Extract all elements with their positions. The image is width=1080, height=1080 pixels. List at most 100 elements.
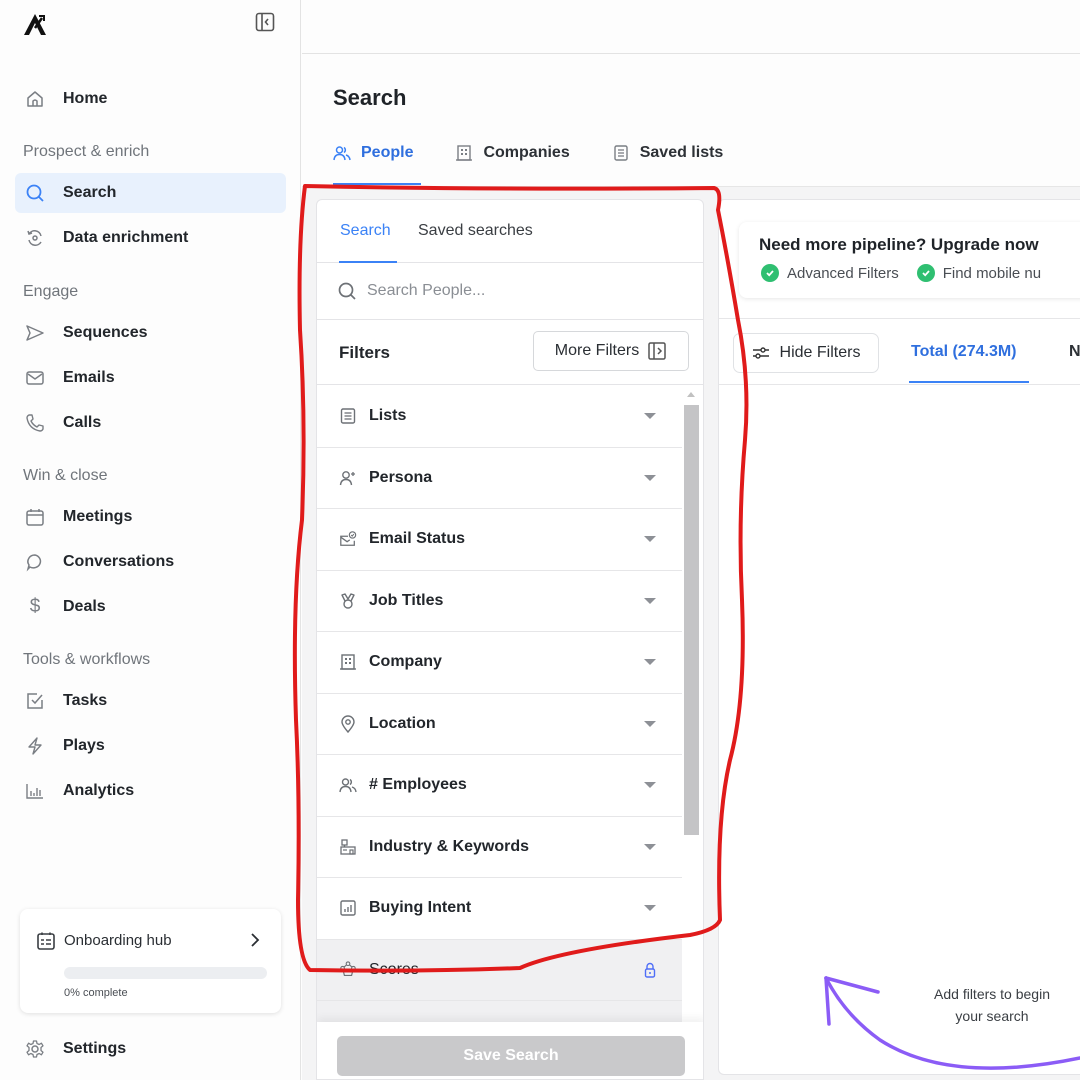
filter-label: Persona (369, 468, 433, 486)
sidebar-item-label: Emails (63, 369, 115, 386)
section-title: Prospect & enrich (23, 143, 150, 160)
sidebar-item-data-enrichment[interactable]: Data enrichment (15, 218, 286, 258)
tab-total[interactable]: Total (274.3M) (911, 343, 1017, 361)
sidebar-item-search[interactable]: Search (15, 173, 286, 213)
filter-label: Job Titles (369, 591, 444, 609)
filter-buying-intent[interactable]: Buying Intent (317, 878, 682, 940)
enrichment-icon (25, 228, 45, 248)
dollar-icon: $ (29, 596, 41, 617)
filter-label: Scores (369, 960, 419, 978)
hide-filters-label: Hide Filters (779, 344, 861, 361)
sidebar-item-tasks[interactable]: Tasks (15, 681, 286, 721)
chat-icon (25, 552, 45, 572)
tab-saved-lists[interactable]: Saved lists (612, 140, 724, 186)
sliders-icon (752, 347, 769, 359)
sidebar: Home Prospect & enrich Search Data enric… (0, 0, 301, 1080)
filter-label: Industry & Keywords (369, 837, 530, 855)
tab-search[interactable]: Search (340, 222, 391, 240)
scroll-up-arrow-icon[interactable] (687, 392, 695, 397)
tab-saved-searches[interactable]: Saved searches (418, 222, 533, 240)
filter-scores[interactable]: Scores (317, 939, 682, 1001)
top-bar (302, 0, 1080, 54)
task-check-icon (25, 691, 45, 711)
sidebar-item-label: Tasks (63, 692, 108, 709)
sidebar-item-calls[interactable]: Calls (15, 403, 286, 443)
sidebar-item-label: Data enrichment (63, 229, 189, 246)
search-type-tabs: People Companies Saved lists (333, 140, 765, 186)
filter-label: Location (369, 714, 436, 732)
lightning-icon (25, 736, 45, 756)
filter-list: Lists Persona Email Status Job Titles Co… (317, 386, 682, 1063)
sidebar-item-home[interactable]: Home (15, 79, 286, 119)
sidebar-item-conversations[interactable]: Conversations (15, 542, 286, 582)
tab-label: People (361, 144, 414, 161)
filter-industry-keywords[interactable]: Industry & Keywords (317, 816, 682, 878)
filter-lists[interactable]: Lists (317, 386, 682, 448)
lock-icon (644, 962, 656, 978)
people-icon (333, 144, 351, 162)
section-title: Engage (23, 283, 79, 300)
building-icon (339, 653, 357, 671)
filter-label: # Employees (369, 776, 467, 794)
caret-down-icon (644, 536, 656, 542)
tab-next[interactable]: N (1069, 343, 1080, 361)
feature-item: Advanced Filters (761, 264, 899, 282)
search-icon (25, 183, 45, 203)
bar-chart-icon (25, 781, 45, 801)
sidebar-item-analytics[interactable]: Analytics (15, 771, 286, 811)
save-search-bar: Save Search (317, 1022, 703, 1079)
page-title: Search (333, 85, 407, 110)
tab-companies[interactable]: Companies (455, 140, 570, 186)
active-tab-underline (339, 261, 397, 263)
sidebar-item-label: Analytics (63, 782, 135, 799)
sidebar-item-deals[interactable]: $ Deals (15, 587, 286, 627)
upgrade-banner[interactable]: Need more pipeline? Upgrade now Advanced… (739, 222, 1080, 298)
feature-item: Find mobile nu (916, 264, 1041, 282)
sidebar-item-plays[interactable]: Plays (15, 726, 286, 766)
tab-people[interactable]: People (333, 140, 422, 186)
filter-list-scrollbar[interactable] (683, 386, 700, 1076)
location-pin-icon (339, 715, 357, 733)
sidebar-item-label: Sequences (63, 324, 148, 341)
filter-panel: Search Saved searches Filters More Filte… (316, 199, 704, 1080)
caret-down-icon (644, 782, 656, 788)
check-circle-icon (916, 264, 935, 282)
sidebar-item-label: Search (63, 184, 117, 201)
chevron-right-icon[interactable] (248, 931, 262, 949)
search-people-input[interactable] (367, 282, 667, 300)
sidebar-item-label: Conversations (63, 553, 175, 570)
hide-filters-button[interactable]: Hide Filters (733, 333, 879, 373)
filter-email-status[interactable]: Email Status (317, 509, 682, 571)
search-people-field[interactable] (317, 263, 703, 320)
save-search-button[interactable]: Save Search (337, 1036, 685, 1076)
list-icon (612, 144, 630, 162)
onboarding-hub-card[interactable]: Onboarding hub 0% complete (20, 909, 281, 1013)
apollo-logo[interactable] (22, 10, 50, 36)
persona-icon (339, 469, 357, 487)
empty-state-message: Add filters to begin your search (934, 986, 1050, 1024)
sidebar-item-label: Plays (63, 737, 105, 754)
sidebar-item-emails[interactable]: Emails (15, 358, 286, 398)
send-icon (25, 323, 45, 343)
filter-label: Buying Intent (369, 899, 472, 917)
filter-persona[interactable]: Persona (317, 447, 682, 509)
upgrade-banner-title: Need more pipeline? Upgrade now (759, 235, 1039, 254)
filter-company[interactable]: Company (317, 632, 682, 694)
filter-location[interactable]: Location (317, 693, 682, 755)
more-filters-label: More Filters (554, 342, 640, 359)
sidebar-item-settings[interactable]: Settings (15, 1029, 286, 1069)
more-filters-button[interactable]: More Filters (533, 331, 689, 371)
building-icon (455, 144, 473, 162)
sidebar-item-sequences[interactable]: Sequences (15, 313, 286, 353)
filter-job-titles[interactable]: Job Titles (317, 570, 682, 632)
tab-label: Saved lists (639, 144, 724, 161)
sidebar-item-meetings[interactable]: Meetings (15, 497, 286, 537)
gear-icon (25, 1039, 45, 1059)
job-title-icon (339, 592, 357, 610)
scrollbar-thumb[interactable] (684, 405, 699, 835)
check-circle-icon (761, 264, 779, 282)
phone-icon (25, 413, 45, 433)
filter-employees[interactable]: # Employees (317, 755, 682, 817)
sidebar-collapse-icon[interactable] (255, 12, 275, 32)
divider (719, 318, 1080, 319)
